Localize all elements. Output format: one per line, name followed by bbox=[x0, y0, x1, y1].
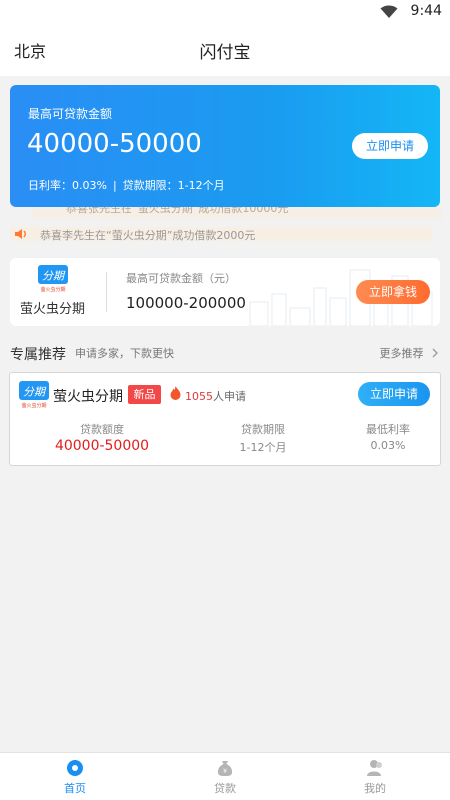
notice-previous: 恭喜张先生在“萤火虫分期”成功借款10000元 bbox=[32, 207, 442, 219]
svg-text:分期: 分期 bbox=[23, 386, 47, 399]
tab-mine[interactable]: 我的 bbox=[300, 753, 450, 800]
product-name: 萤火虫分期 bbox=[53, 389, 123, 405]
status-time: 9:44 bbox=[410, 3, 442, 19]
status-bar: 9:44 bbox=[0, 0, 450, 24]
firefly-logo-icon: 分期 萤火虫分期 bbox=[38, 265, 68, 293]
stat-min-rate: 最低利率 0.03% bbox=[366, 423, 410, 452]
divider bbox=[106, 272, 107, 312]
featured-product-name: 萤火虫分期 bbox=[20, 302, 86, 317]
home-icon bbox=[67, 760, 83, 776]
section-title: 专属推荐 bbox=[10, 347, 66, 363]
tab-home[interactable]: 首页 bbox=[0, 753, 150, 800]
chevron-right-icon bbox=[432, 348, 438, 358]
hero-label: 最高可贷款金额 bbox=[28, 107, 113, 121]
featured-product-card[interactable]: 分期 萤火虫分期 萤火虫分期 最高可贷款金额（元） 100000-200000 … bbox=[10, 258, 440, 326]
app-header: 北京 闪付宝 bbox=[0, 24, 450, 76]
recommend-section-header: 专属推荐 申请多家，下款更快 更多推荐 bbox=[0, 340, 450, 366]
page-title: 闪付宝 bbox=[199, 43, 251, 63]
tab-loan[interactable]: ¥ 贷款 bbox=[150, 753, 300, 800]
notice-ticker[interactable]: 恭喜李先生在“萤火虫分期”成功借款2000元 bbox=[10, 227, 432, 241]
notice-previous-text: 恭喜张先生在“萤火虫分期”成功借款10000元 bbox=[66, 207, 289, 215]
product-apply-button[interactable]: 立即申请 bbox=[358, 382, 430, 406]
applicant-count: 1055人申请 bbox=[185, 390, 246, 403]
firefly-logo-icon: 分期 萤火虫分期 bbox=[19, 381, 49, 409]
svg-text:萤火虫分期: 萤火虫分期 bbox=[40, 286, 65, 293]
stat-loan-term: 贷款期限 1-12个月 bbox=[239, 423, 287, 454]
svg-text:萤火虫分期: 萤火虫分期 bbox=[21, 402, 46, 409]
hero-rate: 日利率：0.03% bbox=[28, 179, 107, 192]
wifi-icon bbox=[380, 5, 398, 18]
get-money-button[interactable]: 立即拿钱 bbox=[356, 280, 430, 304]
speaker-icon bbox=[15, 229, 26, 239]
fire-icon bbox=[170, 386, 181, 400]
svg-text:分期: 分期 bbox=[42, 270, 66, 283]
more-recommend-link[interactable]: 更多推荐 bbox=[380, 345, 441, 361]
featured-amount: 100000-200000 bbox=[126, 294, 246, 312]
notice-text: 恭喜李先生在“萤火虫分期”成功借款2000元 bbox=[40, 229, 256, 241]
loan-hero-banner[interactable]: 最高可贷款金额 40000-50000 日利率：0.03% | 贷款期限：1-12个… bbox=[10, 85, 440, 207]
svg-text:¥: ¥ bbox=[223, 768, 227, 775]
hero-meta: 日利率：0.03% | 贷款期限：1-12个月 bbox=[28, 177, 225, 193]
more-recommend-label: 更多推荐 bbox=[379, 347, 424, 360]
hero-apply-button[interactable]: 立即申请 bbox=[352, 133, 428, 159]
new-badge: 新品 bbox=[128, 385, 161, 404]
stat-loan-amount: 贷款额度 40000-50000 bbox=[54, 423, 150, 454]
featured-amount-label: 最高可贷款金额（元） bbox=[126, 272, 236, 285]
hero-separator: | bbox=[112, 179, 117, 192]
bottom-tab-bar: 首页 ¥ 贷款 我的 bbox=[0, 752, 450, 800]
hero-term: 贷款期限：1-12个月 bbox=[122, 179, 225, 192]
user-icon bbox=[367, 760, 382, 776]
product-card[interactable]: 分期 萤火虫分期 萤火虫分期 新品 1055人申请 立即申请 贷款额度 4000… bbox=[9, 372, 441, 466]
hero-amount: 40000-50000 bbox=[27, 129, 202, 159]
section-subtitle: 申请多家，下款更快 bbox=[75, 347, 174, 360]
loan-bag-icon: ¥ bbox=[217, 761, 233, 776]
